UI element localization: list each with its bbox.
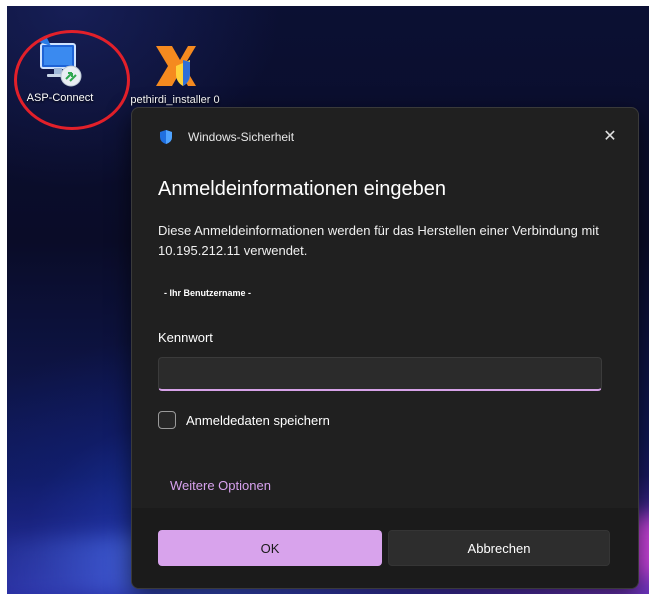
cancel-button[interactable]: Abbrechen [388, 530, 610, 566]
dialog-description: Diese Anmeldeinformationen werden für da… [158, 223, 599, 258]
close-icon: ✕ [603, 128, 617, 145]
dialog-titlebar: Windows-Sicherheit ✕ [132, 108, 638, 156]
installer-icon [156, 46, 196, 86]
desktop: ASP-Connect pethirdi_installer 0 Windows… [7, 6, 649, 594]
desktop-icon-installer[interactable]: pethirdi_installer 0 [127, 40, 223, 106]
password-label: Kennwort [158, 330, 213, 345]
windows-security-dialog: Windows-Sicherheit ✕ Anmeldeinformatione… [131, 107, 639, 589]
username-display: - Ihr Benutzername - [164, 288, 252, 298]
remember-label: Anmeldedaten speichern [186, 412, 330, 428]
remember-credentials-option[interactable]: Anmeldedaten speichern [158, 411, 330, 429]
ok-button[interactable]: OK [158, 530, 382, 566]
shield-icon [160, 130, 172, 144]
password-field[interactable] [158, 357, 602, 391]
red-highlight-circle [14, 30, 130, 130]
dialog-footer: OK Abbrechen [132, 508, 638, 588]
remember-checkbox[interactable] [158, 411, 176, 429]
desktop-icon-label: pethirdi_installer 0 [130, 94, 220, 106]
dialog-title: Windows-Sicherheit [188, 130, 295, 144]
dialog-heading: Anmeldeinformationen eingeben [158, 178, 446, 200]
close-button[interactable]: ✕ [594, 122, 626, 150]
more-options-link[interactable]: Weitere Optionen [170, 478, 271, 493]
